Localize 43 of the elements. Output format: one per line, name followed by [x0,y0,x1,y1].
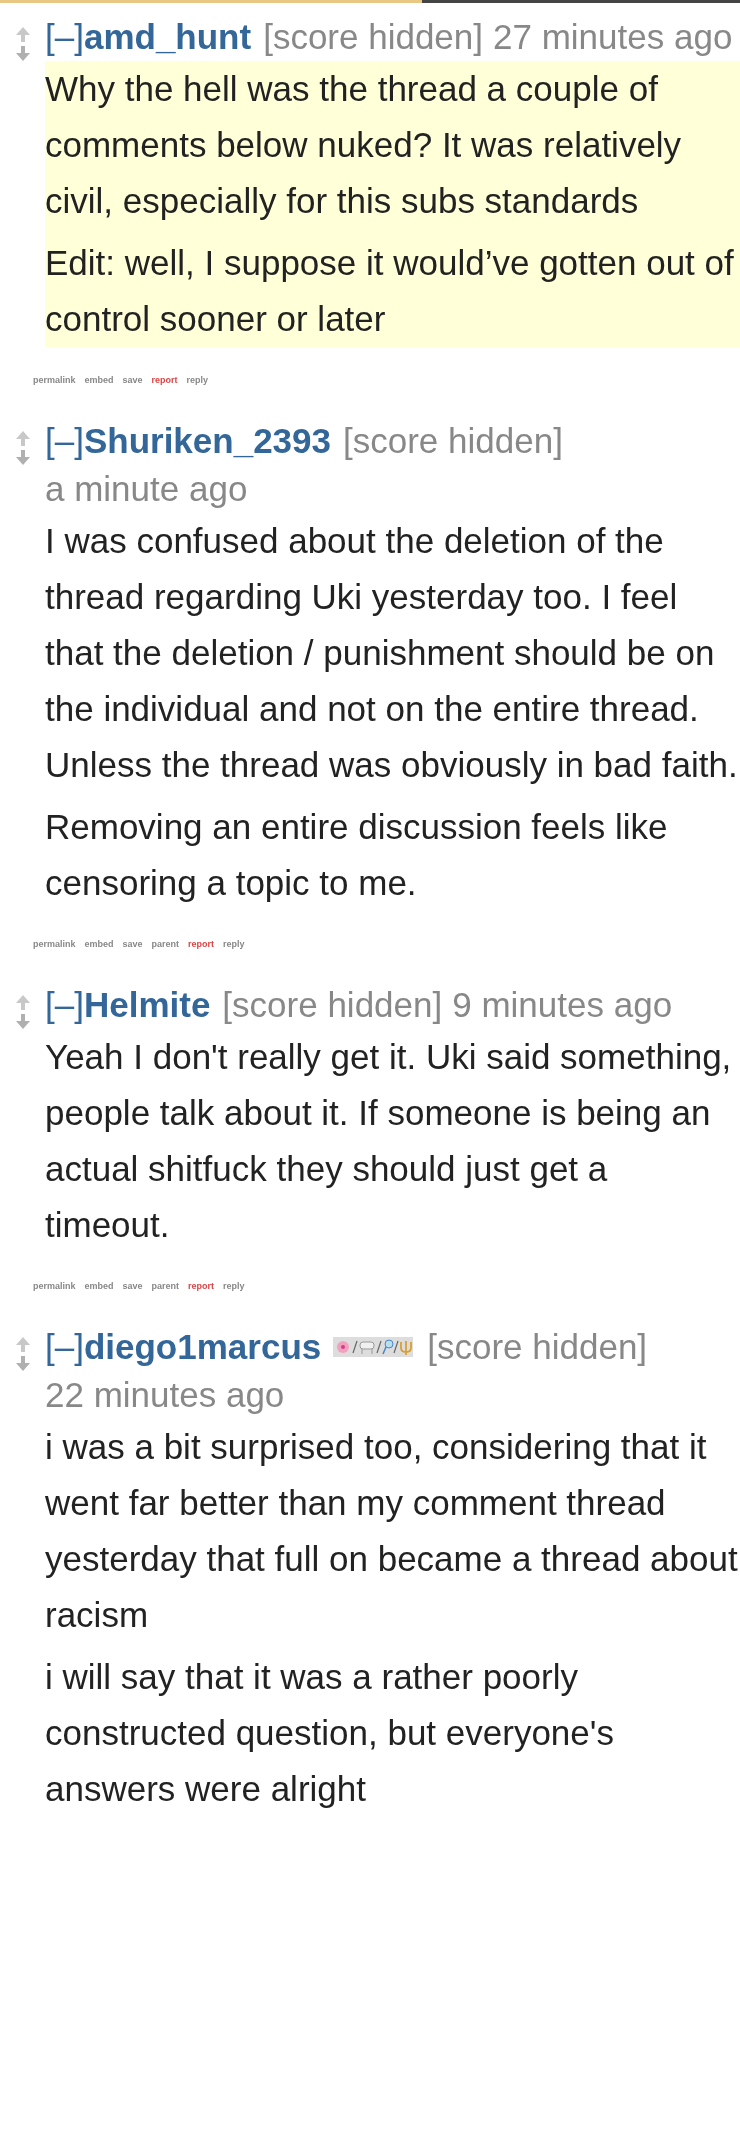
comment-link[interactable]: embed [84,939,114,949]
comment-paragraph: Why the hell was the thread a couple of comments below nuked? It was relatively civil, especially for this subs standards [45,68,683,222]
vote-arrows-icon[interactable] [14,431,31,465]
comment-link[interactable]: reply [223,939,245,949]
score-label: [score hidden] [263,16,484,58]
comment-paragraph: I was confused about the deletion of the thread regarding Uki yesterday too. I feel that the deletion / punishment should be on the individual and not on the entire thread. Unless the thread was obviously in bad faith. [45,520,739,786]
vote-arrows-icon[interactable] [14,27,31,61]
comment-link[interactable]: embed [84,375,114,385]
comment-link[interactable]: save [122,939,143,949]
comment-link[interactable]: permalink [33,1281,76,1291]
comment-link[interactable]: report [188,939,215,949]
collapse-toggle[interactable]: [–] [45,1323,84,1371]
vote-arrows-icon[interactable] [14,995,31,1029]
timestamp: 9 minutes ago [452,984,673,1026]
collapse-toggle[interactable]: [–] [45,13,84,61]
timestamp: 22 minutes ago [45,1374,285,1416]
comment-link[interactable]: reply [223,1281,245,1291]
comment-link[interactable]: report [151,375,178,385]
comment-link[interactable]: parent [151,939,180,949]
comment-link[interactable]: embed [84,1281,114,1291]
author-name[interactable]: amd_hunt [83,13,252,61]
comment-paragraph: Removing an entire discussion feels like censoring a topic to me. [45,806,669,904]
comment-link[interactable]: permalink [33,375,76,385]
timestamp: a minute ago [45,468,248,510]
comment-link[interactable]: save [122,375,143,385]
comment-paragraph: Edit: well, I suppose it would’ve gotten out of control sooner or later [45,242,735,340]
score-label: [score hidden] [427,1326,648,1368]
author-name[interactable]: Helmite [83,981,211,1029]
score-label: [score hidden] [343,420,563,462]
comment-link[interactable]: report [188,1281,215,1291]
comment-link[interactable]: save [122,1281,143,1291]
comment-link[interactable]: permalink [33,939,76,949]
author-name[interactable]: Shuriken_2393 [83,417,331,465]
score-label: [score hidden] [222,984,443,1026]
comment-link[interactable]: parent [151,1281,180,1291]
timestamp: 27 minutes ago [493,16,733,58]
collapse-toggle[interactable]: [–] [45,417,84,465]
comment-link[interactable]: reply [186,375,209,385]
author-name[interactable]: diego1marcus [83,1323,322,1371]
comment-paragraph: Yeah I don't really get it. Uki said something, people talk about it. If someone is being an actual shitfuck they should just get a timeout. [45,1036,733,1246]
collapse-toggle[interactable]: [–] [45,981,84,1029]
vote-arrows-icon[interactable] [14,1337,31,1371]
comment-paragraph: i will say that it was a rather poorly constructed question, but everyone's answers were alright [45,1656,615,1810]
